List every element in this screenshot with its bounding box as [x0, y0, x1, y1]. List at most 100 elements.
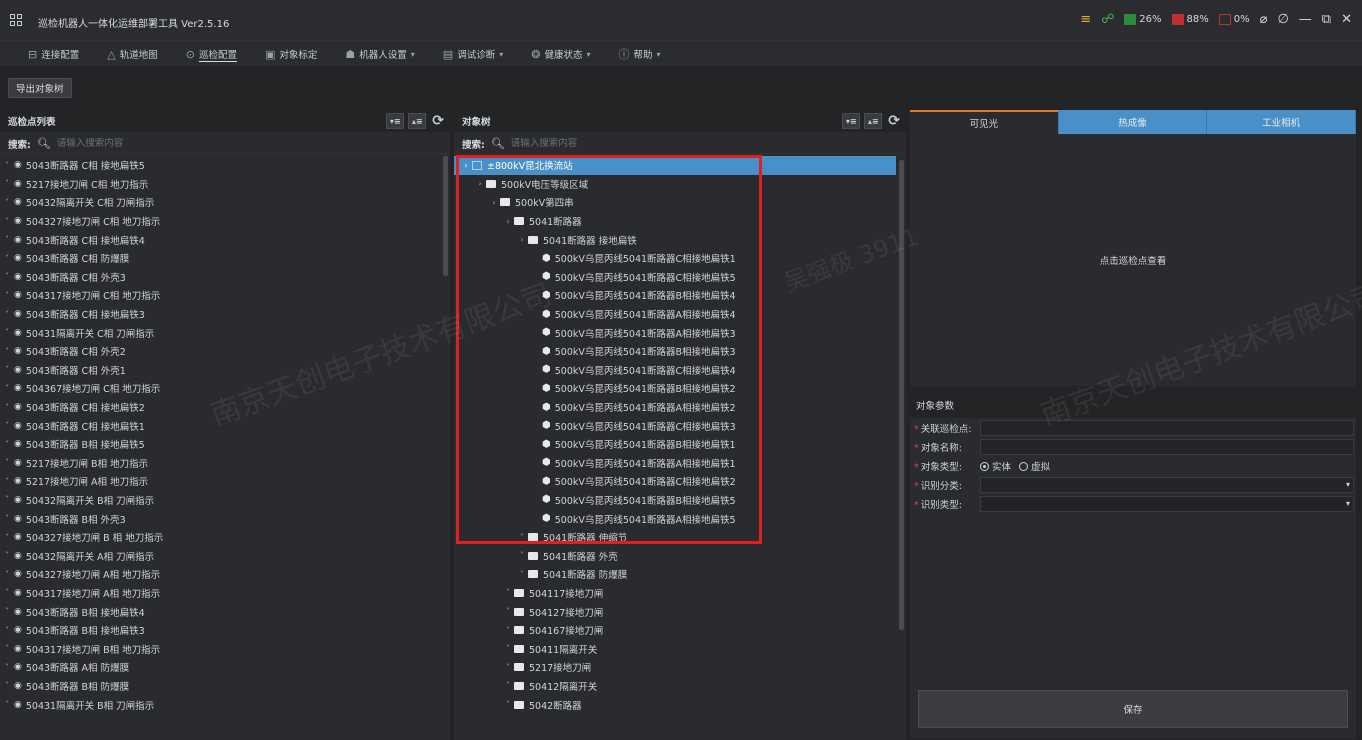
menu-item-1[interactable]: △ 轨道地图: [93, 41, 171, 67]
tree-node[interactable]: ˅ 5041断路器 防爆膜: [454, 565, 896, 584]
list-item[interactable]: ˅ ◉ 5043断路器 C相 接地扁铁3: [0, 305, 440, 324]
expand-all-button[interactable]: ▾≡: [386, 113, 405, 129]
tree-node[interactable]: › ±800kV昆北换流站: [454, 156, 896, 175]
list-item[interactable]: ˅ ◉ 5043断路器 B相 接地扁铁4: [0, 602, 440, 621]
type-entity-radio[interactable]: 实体: [980, 459, 1011, 473]
chevron-down-icon[interactable]: ˅: [0, 495, 14, 504]
list-item[interactable]: ˅ ◉ 5217接地刀闸 B相 地刀指示: [0, 454, 440, 473]
list-item[interactable]: ˅ ◉ 5043断路器 B相 防爆膜: [0, 677, 440, 696]
refresh-icon[interactable]: ⟳: [432, 113, 444, 129]
list-item[interactable]: ˅ ◉ 5043断路器 B相 接地扁铁5: [0, 435, 440, 454]
chevron-down-icon[interactable]: ˅: [0, 644, 14, 653]
tree-node[interactable]: ⬢ 500kV乌昆丙线5041断路器B相接地扁铁2: [454, 379, 896, 398]
chevron-down-icon[interactable]: ˅: [0, 235, 14, 244]
chevron-down-icon[interactable]: ˅: [0, 365, 14, 374]
tree-node[interactable]: ⬢ 500kV乌昆丙线5041断路器B相接地扁铁4: [454, 286, 896, 305]
object-tree-scrollbar[interactable]: [899, 156, 904, 740]
object-tree-search-input[interactable]: [510, 138, 711, 149]
minimize-button[interactable]: —: [1299, 12, 1312, 27]
tree-node[interactable]: ˅ 50411隔离开关: [454, 639, 896, 658]
chevron-down-icon[interactable]: ˅: [0, 291, 14, 300]
list-item[interactable]: ˅ ◉ 504327接地刀闸 B 相 地刀指示: [0, 528, 440, 547]
chevron-down-icon[interactable]: ˅: [0, 403, 14, 412]
tree-node[interactable]: ⬢ 500kV乌昆丙线5041断路器C相接地扁铁4: [454, 361, 896, 380]
chevron-down-icon[interactable]: ˅: [0, 514, 14, 523]
list-item[interactable]: ˅ ◉ 5043断路器 A相 防爆膜: [0, 658, 440, 677]
tree-node[interactable]: ˅ 504117接地刀闸: [454, 584, 896, 603]
tree-node[interactable]: ⬢ 500kV乌昆丙线5041断路器A相接地扁铁4: [454, 305, 896, 324]
recog-type-select[interactable]: ▾: [980, 496, 1354, 512]
menu-item-4[interactable]: ☗ 机器人设置 ▾: [331, 41, 428, 67]
chevron-down-icon[interactable]: ˅: [0, 421, 14, 430]
tree-node[interactable]: ⬢ 500kV乌昆丙线5041断路器C相接地扁铁1: [454, 249, 896, 268]
chevron-icon[interactable]: ˅: [502, 644, 514, 653]
tree-node[interactable]: › 500kV电压等级区域: [454, 175, 896, 194]
chevron-down-icon[interactable]: ˅: [0, 328, 14, 337]
tree-node[interactable]: ⬢ 500kV乌昆丙线5041断路器B相接地扁铁3: [454, 342, 896, 361]
tab-camera-1[interactable]: 热成像: [1058, 110, 1208, 134]
list-item[interactable]: ˅ ◉ 504317接地刀闸 B相 地刀指示: [0, 639, 440, 658]
menu-item-3[interactable]: ▣ 对象标定: [251, 41, 331, 67]
chevron-icon[interactable]: ˅: [502, 607, 514, 616]
chevron-icon[interactable]: ˅: [502, 626, 514, 635]
menu-item-7[interactable]: ⓘ 帮助 ▾: [604, 41, 674, 67]
menu-item-6[interactable]: ❂ 健康状态 ▾: [517, 41, 604, 67]
chevron-down-icon[interactable]: ˅: [0, 272, 14, 281]
chevron-down-icon[interactable]: ˅: [0, 477, 14, 486]
chevron-down-icon[interactable]: ˅: [0, 458, 14, 467]
patrol-point-field[interactable]: [980, 420, 1354, 436]
tree-node[interactable]: ⬢ 500kV乌昆丙线5041断路器C相接地扁铁2: [454, 472, 896, 491]
list-item[interactable]: ˅ ◉ 50432隔离开关 C相 刀闸指示: [0, 193, 440, 212]
chevron-down-icon[interactable]: ˅: [0, 179, 14, 188]
chevron-down-icon[interactable]: ˅: [0, 588, 14, 597]
tree-node[interactable]: › 500kV第四串: [454, 193, 896, 212]
chevron-icon[interactable]: ˅: [516, 551, 528, 560]
chevron-down-icon[interactable]: ˅: [0, 440, 14, 449]
patrol-point-search-input[interactable]: [56, 138, 257, 149]
recog-category-select[interactable]: ▾: [980, 477, 1354, 493]
close-button[interactable]: ✕: [1341, 12, 1352, 27]
list-item[interactable]: ˅ ◉ 504317接地刀闸 C相 地刀指示: [0, 286, 440, 305]
tree-node[interactable]: › 5041断路器: [454, 212, 896, 231]
list-item[interactable]: ˅ ◉ 5043断路器 C相 外壳2: [0, 342, 440, 361]
tree-node[interactable]: ˅ 5041断路器 外壳: [454, 546, 896, 565]
list-item[interactable]: ˅ ◉ 504327接地刀闸 A相 地刀指示: [0, 565, 440, 584]
menu-item-5[interactable]: ▤ 调试诊断 ▾: [429, 41, 517, 67]
chevron-icon[interactable]: ˅: [502, 681, 514, 690]
tree-node[interactable]: ⬢ 500kV乌昆丙线5041断路器B相接地扁铁1: [454, 435, 896, 454]
chevron-icon[interactable]: ›: [516, 235, 528, 244]
list-item[interactable]: ˅ ◉ 5043断路器 C相 接地扁铁4: [0, 230, 440, 249]
export-object-tree-button[interactable]: 导出对象树: [8, 78, 72, 98]
tree-node[interactable]: ˅ 504127接地刀闸: [454, 602, 896, 621]
chevron-icon[interactable]: ˅: [502, 663, 514, 672]
plug-icon[interactable]: ⌀: [1260, 12, 1268, 27]
chevron-down-icon[interactable]: ˅: [0, 681, 14, 690]
list-item[interactable]: ˅ ◉ 5043断路器 C相 防爆膜: [0, 249, 440, 268]
tree-node[interactable]: ⬢ 500kV乌昆丙线5041断路器C相接地扁铁5: [454, 268, 896, 287]
maximize-button[interactable]: ⧉: [1322, 12, 1331, 27]
list-item[interactable]: ˅ ◉ 50431隔离开关 B相 刀闸指示: [0, 695, 440, 714]
save-button[interactable]: 保存: [918, 690, 1348, 728]
tree-node[interactable]: ˅ 5042断路器: [454, 695, 896, 714]
chevron-icon[interactable]: ›: [460, 161, 472, 170]
tree-node[interactable]: ⬢ 500kV乌昆丙线5041断路器A相接地扁铁5: [454, 509, 896, 528]
chevron-down-icon[interactable]: ˅: [0, 217, 14, 226]
list-item[interactable]: ˅ ◉ 504327接地刀闸 C相 地刀指示: [0, 212, 440, 231]
object-name-field[interactable]: [980, 439, 1354, 455]
chevron-icon[interactable]: ˅: [502, 700, 514, 709]
chevron-down-icon[interactable]: ˅: [0, 310, 14, 319]
list-item[interactable]: ˅ ◉ 504367接地刀闸 C相 地刀指示: [0, 379, 440, 398]
patrol-list-scrollbar[interactable]: [443, 156, 448, 740]
chevron-down-icon[interactable]: ˅: [0, 570, 14, 579]
tree-node[interactable]: ⬢ 500kV乌昆丙线5041断路器A相接地扁铁1: [454, 454, 896, 473]
type-virtual-radio[interactable]: 虚拟: [1019, 459, 1050, 473]
chevron-down-icon[interactable]: ˅: [0, 384, 14, 393]
list-item[interactable]: ˅ ◉ 5043断路器 C相 接地扁铁5: [0, 156, 440, 175]
chevron-icon[interactable]: ›: [474, 179, 486, 188]
list-item[interactable]: ˅ ◉ 50432隔离开关 B相 刀闸指示: [0, 491, 440, 510]
tab-camera-0[interactable]: 可见光: [910, 110, 1059, 134]
list-item[interactable]: ˅ ◉ 5043断路器 B相 外壳3: [0, 509, 440, 528]
tree-node[interactable]: › 5041断路器 接地扁铁: [454, 230, 896, 249]
chevron-down-icon[interactable]: ˅: [0, 533, 14, 542]
list-item[interactable]: ˅ ◉ 5043断路器 C相 接地扁铁2: [0, 398, 440, 417]
